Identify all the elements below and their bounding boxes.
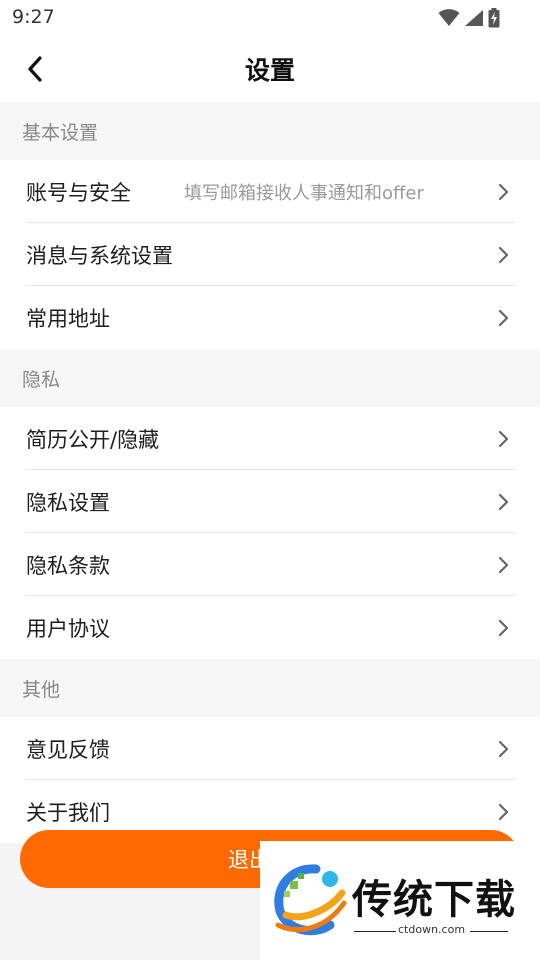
chevron-right-icon bbox=[498, 246, 509, 264]
row-message-system-settings[interactable]: 消息与系统设置 bbox=[0, 223, 540, 286]
chevron-right-icon bbox=[498, 309, 509, 327]
wifi-icon bbox=[438, 9, 460, 26]
row-label: 常用地址 bbox=[26, 306, 110, 331]
chevron-right-icon bbox=[498, 803, 509, 821]
row-resume-visibility[interactable]: 简历公开/隐藏 bbox=[0, 407, 540, 470]
watermark: 传统下载 ctdown.com bbox=[260, 841, 540, 960]
watermark-divider-left bbox=[354, 931, 396, 932]
row-label: 账号与安全 bbox=[26, 180, 131, 205]
page-title: 设置 bbox=[244, 56, 295, 85]
row-label: 简历公开/隐藏 bbox=[26, 427, 160, 452]
watermark-domain: ctdown.com bbox=[398, 923, 466, 936]
chevron-right-icon bbox=[498, 183, 509, 201]
chevron-right-icon bbox=[498, 556, 509, 574]
section-header-basic: 基本设置 bbox=[0, 102, 540, 160]
status-time: 9:27 bbox=[12, 6, 55, 28]
status-bar: 9:27 bbox=[0, 0, 540, 36]
app-header: 设置 bbox=[0, 36, 540, 102]
row-common-address[interactable]: 常用地址 bbox=[0, 286, 540, 349]
row-label: 关于我们 bbox=[26, 800, 110, 825]
chevron-right-icon bbox=[498, 619, 509, 637]
row-label: 意见反馈 bbox=[26, 737, 110, 762]
row-hint: 填写邮箱接收人事通知和offer bbox=[184, 182, 424, 204]
watermark-brand: 传统下载 bbox=[352, 877, 516, 923]
row-privacy-terms[interactable]: 隐私条款 bbox=[0, 533, 540, 596]
section-header-privacy: 隐私 bbox=[0, 349, 540, 407]
row-account-security[interactable]: 账号与安全 填写邮箱接收人事通知和offer bbox=[0, 160, 540, 223]
battery-charging-icon bbox=[488, 8, 500, 28]
row-feedback[interactable]: 意见反馈 bbox=[0, 717, 540, 780]
watermark-logo-icon bbox=[274, 864, 347, 936]
row-user-agreement[interactable]: 用户协议 bbox=[0, 596, 540, 659]
row-label: 隐私条款 bbox=[26, 553, 110, 578]
section-header-other: 其他 bbox=[0, 659, 540, 717]
chevron-right-icon bbox=[498, 740, 509, 758]
settings-list: 基本设置 账号与安全 填写邮箱接收人事通知和offer 消息与系统设置 常用地址… bbox=[0, 102, 540, 843]
row-label: 隐私设置 bbox=[26, 490, 110, 515]
watermark-divider-right bbox=[470, 931, 508, 932]
cellular-signal-icon bbox=[465, 10, 483, 26]
chevron-right-icon bbox=[498, 430, 509, 448]
row-privacy-settings[interactable]: 隐私设置 bbox=[0, 470, 540, 533]
chevron-right-icon bbox=[498, 493, 509, 511]
row-label: 用户协议 bbox=[26, 616, 110, 641]
status-icons bbox=[438, 8, 500, 28]
row-label: 消息与系统设置 bbox=[26, 243, 173, 268]
